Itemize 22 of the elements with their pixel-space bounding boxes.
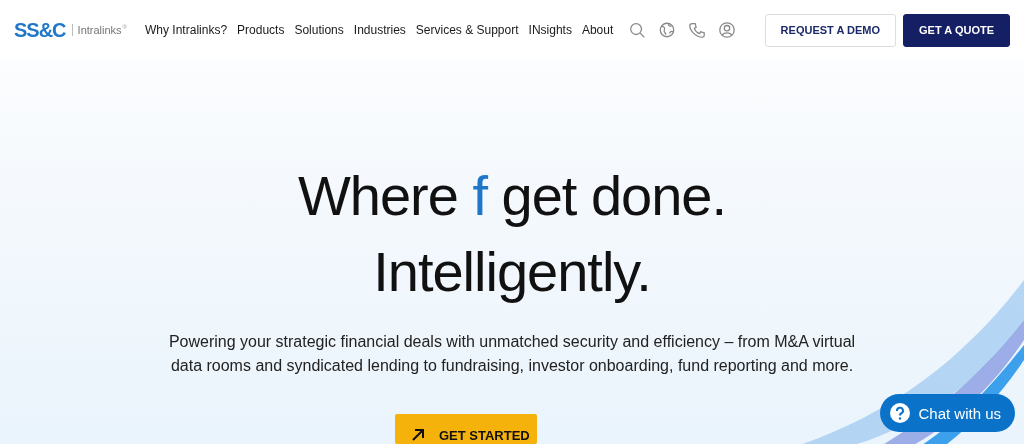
globe-icon[interactable] [657, 21, 676, 39]
headline: Where f get done. [297, 163, 727, 229]
headline: Intelligently. [373, 239, 651, 305]
nav-link[interactable]: About [581, 23, 614, 37]
logo-mark[interactable]: SS&C [14, 18, 66, 42]
demo-button[interactable]: REQUEST A DEMO [764, 13, 897, 47]
get-started-button[interactable]: GET STARTED [395, 414, 537, 444]
search-icon[interactable] [627, 21, 646, 39]
chat-button[interactable]: Chat with us [880, 394, 1015, 432]
nav-link[interactable]: Services & Support [415, 23, 519, 37]
logo-text: Intralinks [77, 24, 122, 36]
phone-icon[interactable] [687, 21, 706, 39]
help-icon [890, 403, 911, 423]
arrow-icon [411, 428, 425, 442]
hero-subtitle: Powering your strategic financial deals with unmatched security and efficiency – from M&A virtual data rooms and syndicated lending to fundraising, investor onboarding, fund reporting and more. [167, 332, 857, 376]
nav-link[interactable]: Why Intralinks? [145, 23, 228, 37]
nav-link[interactable]: INsights [528, 23, 572, 37]
nav-link[interactable]: Industries [353, 23, 406, 37]
account-icon[interactable] [717, 21, 736, 39]
nav-link[interactable]: Solutions [294, 23, 344, 37]
quote-button[interactable]: GET A QUOTE [903, 13, 1010, 47]
nav-link[interactable]: Products [237, 23, 285, 37]
